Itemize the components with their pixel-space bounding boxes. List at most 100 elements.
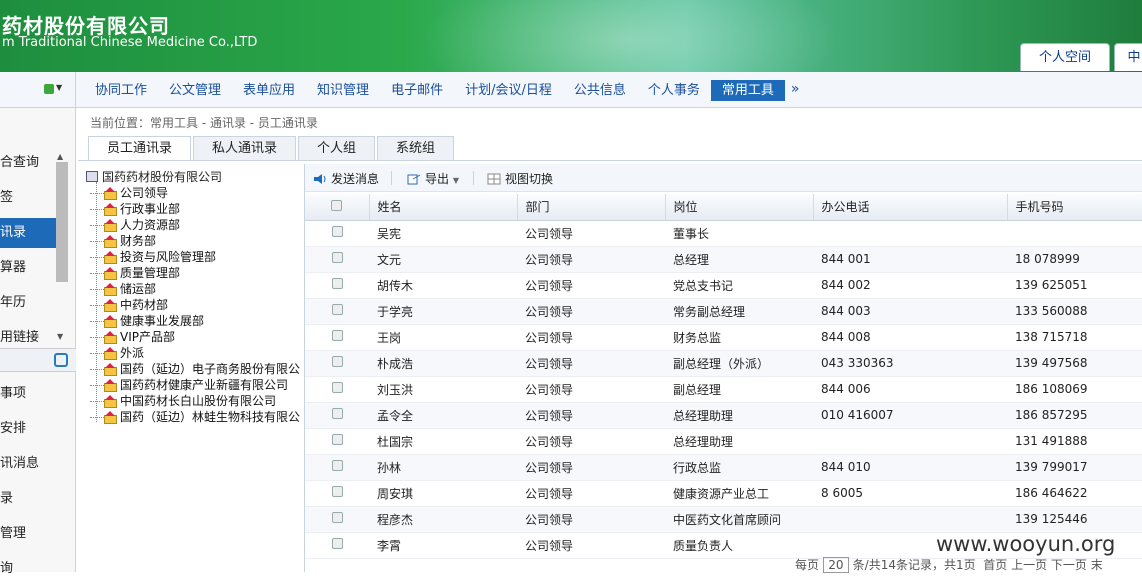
nav-item-tools[interactable]: 常用工具	[710, 80, 785, 101]
table-row[interactable]: 文元 公司领导 总经理 844 001 18 078999	[305, 246, 1142, 273]
column-department[interactable]: 部门	[517, 194, 666, 221]
row-checkbox[interactable]	[305, 324, 369, 351]
sidebar-item-messages[interactable]: 讯消息	[0, 449, 58, 479]
tab-more-top[interactable]: 中	[1114, 43, 1142, 71]
department-icon	[104, 347, 117, 360]
department-icon	[104, 203, 117, 216]
nav-item-collab[interactable]: 协同工作	[84, 80, 158, 101]
page-size-input[interactable]: 20	[822, 557, 849, 573]
nav-item-plan[interactable]: 计划/会议/日程	[454, 80, 563, 101]
tab-personal-space[interactable]: 个人空间	[1020, 43, 1110, 71]
column-mobile[interactable]: 手机号码	[1007, 194, 1142, 221]
tree-node[interactable]: 投资与风险管理部	[90, 248, 216, 264]
cell-department: 公司领导	[517, 246, 665, 273]
nav-item-docs[interactable]: 公文管理	[158, 80, 232, 101]
table-row[interactable]: 孟令全 公司领导 总经理助理 010 416007 186 857295	[305, 402, 1142, 429]
pager-nav[interactable]: 首页 上一页 下一页 末	[983, 558, 1102, 572]
tab-system-group[interactable]: 系统组	[377, 136, 455, 161]
row-checkbox[interactable]	[305, 402, 369, 429]
tree-node[interactable]: 财务部	[90, 232, 156, 248]
tree-node[interactable]: 健康事业发展部	[90, 312, 204, 328]
tab-private-contacts[interactable]: 私人通讯录	[193, 136, 297, 161]
toolbar: 发送消息 导出 ▼ 视图切换	[305, 164, 1142, 192]
scrollbar-thumb[interactable]	[56, 162, 68, 282]
tree-node[interactable]: 储运部	[90, 280, 156, 296]
export-button[interactable]: 导出 ▼	[407, 170, 459, 187]
select-all-checkbox[interactable]	[305, 194, 370, 221]
column-position[interactable]: 岗位	[665, 194, 814, 221]
table-row[interactable]: 刘玉洪 公司领导 副总经理 844 006 186 108069	[305, 376, 1142, 403]
cell-mobile: 186 108069	[1007, 376, 1142, 403]
nav-item-public[interactable]: 公共信息	[563, 80, 637, 101]
refresh-icon[interactable]	[54, 353, 68, 367]
row-checkbox[interactable]	[305, 454, 369, 481]
tree-node[interactable]: 外派	[90, 344, 144, 360]
nav-item-forms[interactable]: 表单应用	[232, 80, 306, 101]
department-icon	[104, 283, 117, 296]
tree-node[interactable]: 国药（延边）林蛙生物科技有限公	[90, 408, 300, 424]
sidebar-item-query[interactable]: 合查询	[0, 148, 58, 178]
tree-root[interactable]: 国药药材股份有限公司	[86, 168, 222, 185]
nav-more-icon[interactable]: »	[785, 80, 806, 101]
sidebar-item-records[interactable]: 录	[0, 484, 58, 514]
cell-position: 质量负责人	[665, 532, 813, 559]
sidebar-item-contacts[interactable]: 讯录	[0, 218, 58, 248]
sidebar-item-inquiry[interactable]: 询	[0, 554, 58, 584]
table-row[interactable]: 胡传木 公司领导 党总支书记 844 002 139 625051	[305, 272, 1142, 299]
row-checkbox[interactable]	[305, 428, 369, 455]
row-checkbox[interactable]	[305, 298, 369, 325]
nav-item-email[interactable]: 电子邮件	[380, 80, 454, 101]
tree-node[interactable]: 国药药材健康产业新疆有限公司	[90, 376, 288, 392]
table-row[interactable]: 杜国宗 公司领导 总经理助理 131 491888	[305, 428, 1142, 455]
send-message-button[interactable]: 发送消息	[313, 170, 379, 187]
sidebar-item-sign[interactable]: 签	[0, 183, 58, 213]
column-office-phone[interactable]: 办公电话	[813, 194, 1008, 221]
row-checkbox[interactable]	[305, 246, 369, 273]
department-icon	[104, 299, 117, 312]
sidebar-scrollbar[interactable]: ▲ ▼	[56, 152, 68, 342]
table-row[interactable]: 吴宪 公司领导 董事长	[305, 220, 1142, 247]
sidebar-item-calculator[interactable]: 算器	[0, 253, 58, 283]
cell-mobile	[1007, 220, 1142, 247]
nav-item-personal[interactable]: 个人事务	[637, 80, 711, 101]
table-row[interactable]: 孙林 公司领导 行政总监 844 010 139 799017	[305, 454, 1142, 481]
row-checkbox[interactable]	[305, 506, 369, 533]
row-checkbox[interactable]	[305, 350, 369, 377]
sidebar-item-calendar[interactable]: 年历	[0, 288, 58, 318]
row-checkbox[interactable]	[305, 532, 369, 559]
tree-node[interactable]: 公司领导	[90, 184, 168, 200]
sidebar-item-matters[interactable]: 事项	[0, 379, 58, 409]
tree-node[interactable]: 中国药材长白山股份有限公司	[90, 392, 276, 408]
tree-node[interactable]: VIP产品部	[90, 328, 175, 344]
column-name[interactable]: 姓名	[369, 194, 518, 221]
view-switch-button[interactable]: 视图切换	[487, 170, 553, 187]
tab-staff-contacts[interactable]: 员工通讯录	[88, 136, 192, 161]
row-checkbox[interactable]	[305, 480, 369, 507]
row-checkbox[interactable]	[305, 272, 369, 299]
tab-personal-group[interactable]: 个人组	[298, 136, 376, 161]
tree-node[interactable]: 质量管理部	[90, 264, 180, 280]
cell-department: 公司领导	[517, 480, 665, 507]
table-row[interactable]: 于学亮 公司领导 常务副总经理 844 003 133 560088	[305, 298, 1142, 325]
tree-node[interactable]: 国药（延边）电子商务股份有限公	[90, 360, 300, 376]
cell-name: 文元	[369, 246, 517, 273]
department-icon	[104, 267, 117, 280]
tree-node[interactable]: 人力资源部	[90, 216, 180, 232]
nav-item-knowledge[interactable]: 知识管理	[306, 80, 380, 101]
table-row[interactable]: 程彦杰 公司领导 中医药文化首席顾问 139 125446	[305, 506, 1142, 533]
cell-position: 财务总监	[665, 324, 813, 351]
row-checkbox[interactable]	[305, 220, 369, 247]
tree-node[interactable]: 行政事业部	[90, 200, 180, 216]
cell-department: 公司领导	[517, 298, 665, 325]
scroll-down-icon[interactable]: ▼	[57, 332, 63, 341]
table-row[interactable]: 王岗 公司领导 财务总监 844 008 138 715718	[305, 324, 1142, 351]
status-selector[interactable]: ▼	[0, 72, 76, 108]
row-checkbox[interactable]	[305, 376, 369, 403]
sidebar-item-arrange[interactable]: 安排	[0, 414, 58, 444]
scroll-up-icon[interactable]: ▲	[57, 152, 63, 161]
tree-node[interactable]: 中药材部	[90, 296, 168, 312]
sidebar-item-manage[interactable]: 管理	[0, 519, 58, 549]
cell-position: 总经理助理	[665, 428, 813, 455]
table-row[interactable]: 朴成浩 公司领导 副总经理（外派） 043 330363 139 497568	[305, 350, 1142, 377]
table-row[interactable]: 周安琪 公司领导 健康资源产业总工 8 6005 186 464622	[305, 480, 1142, 507]
